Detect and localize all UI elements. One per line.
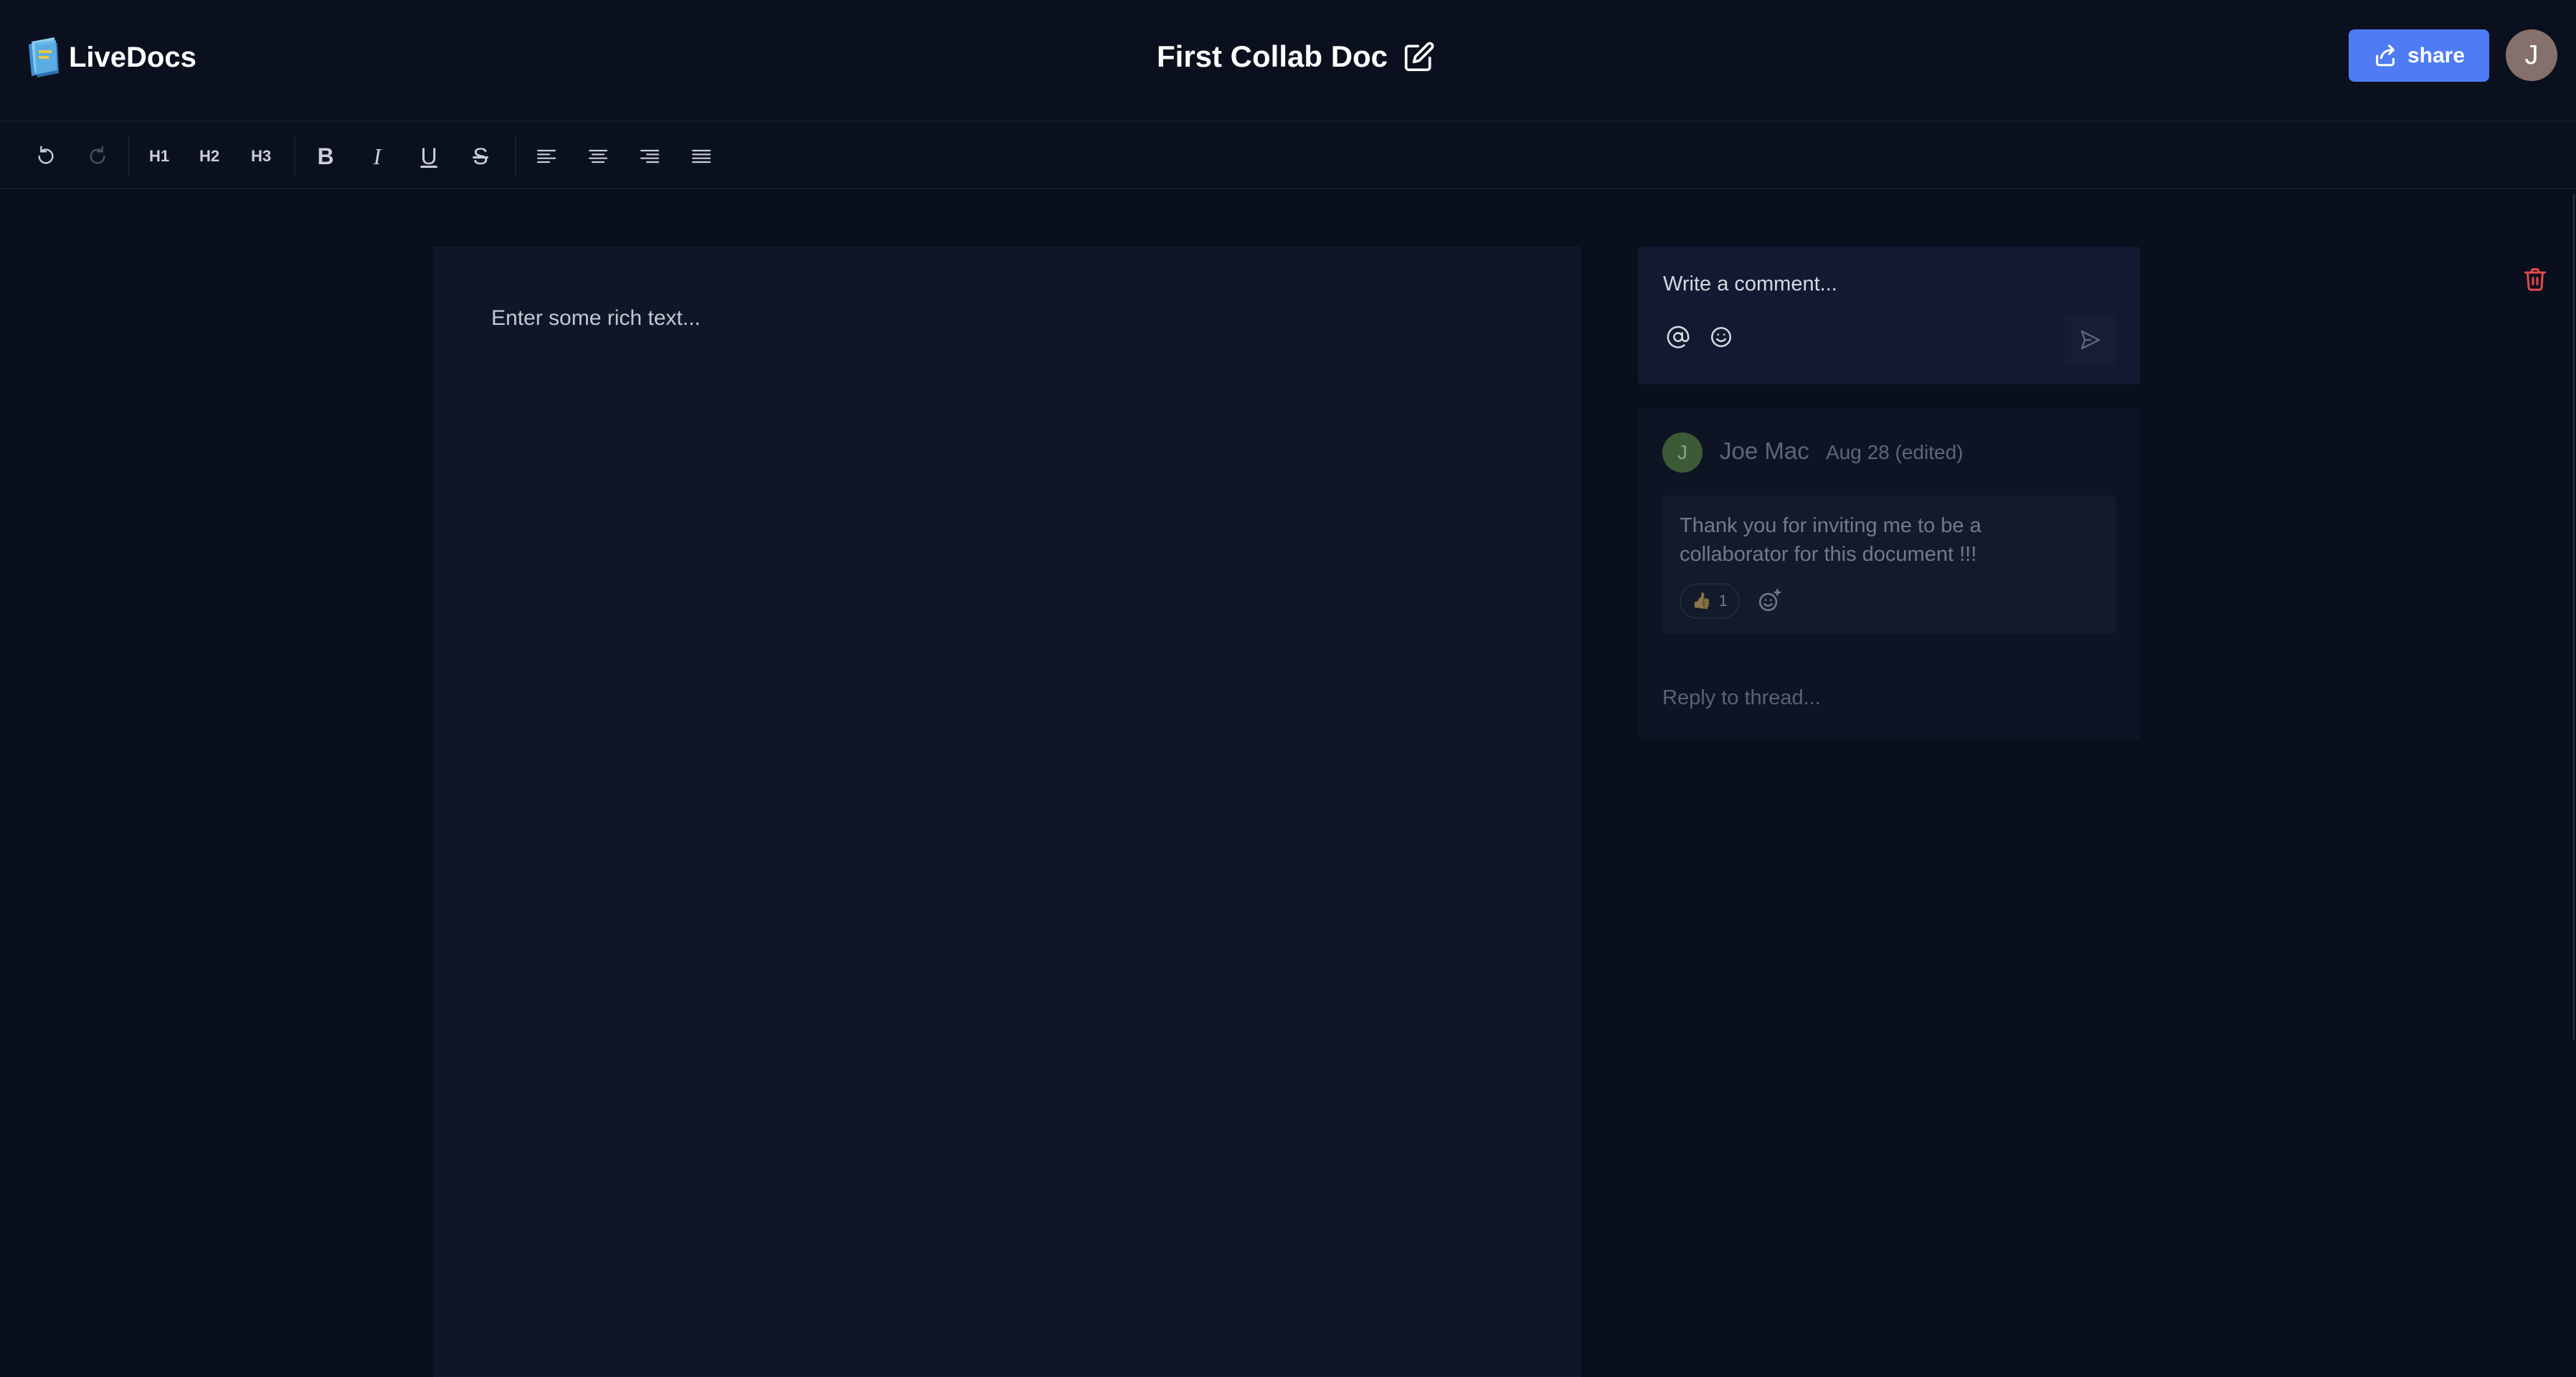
user-avatar[interactable]: J: [2506, 29, 2557, 81]
edit-icon[interactable]: [1403, 41, 1435, 72]
reaction-count: 1: [1718, 592, 1728, 610]
add-reaction-button[interactable]: [1747, 583, 1791, 619]
align-right-button[interactable]: [631, 138, 668, 175]
formatting-toolbar: H1 H2 H3 B I U S: [0, 123, 2576, 291]
align-right-icon: [640, 149, 660, 164]
align-justify-icon: [691, 149, 711, 164]
comment-composer[interactable]: Write a comment...: [1638, 247, 2140, 384]
heading-3-label: H3: [250, 147, 272, 165]
share-label: share: [2407, 43, 2466, 67]
logo-icon: [29, 37, 59, 77]
undo-icon: [38, 146, 54, 164]
heading-1-label: H1: [148, 147, 170, 165]
heading-3-button[interactable]: H3: [242, 138, 280, 175]
logo[interactable]: LiveDocs: [24, 34, 196, 80]
align-center-button[interactable]: [579, 138, 617, 175]
doc-title[interactable]: First Collab Doc: [1157, 39, 1388, 74]
heading-1-button[interactable]: H1: [141, 138, 178, 175]
mention-button[interactable]: [1664, 323, 1692, 351]
thumbs-up-icon: 👍: [1692, 592, 1712, 610]
comment-author-name: Joe Mac: [1720, 437, 1809, 464]
strikethrough-icon: S: [473, 143, 488, 169]
app-root: LiveDocs First Collab Doc share J H1 H2 …: [0, 0, 2576, 1377]
comment-input[interactable]: Write a comment...: [1663, 273, 1837, 296]
comment-text: Thank you for inviting me to be a collab…: [1680, 514, 1981, 566]
heading-2-label: H2: [199, 147, 220, 165]
toolbar-divider: [128, 136, 129, 176]
align-left-button[interactable]: [528, 138, 565, 175]
add-emoji-icon: [1758, 589, 1781, 612]
send-comment-button[interactable]: [2065, 314, 2116, 366]
underline-icon: U: [420, 143, 437, 169]
toolbar-divider: [294, 136, 295, 176]
mention-icon: [1667, 326, 1690, 349]
underline-button[interactable]: U: [410, 138, 448, 175]
undo-button[interactable]: [27, 138, 65, 175]
strikethrough-button[interactable]: S: [462, 138, 499, 175]
comment-date: Aug 28 (edited): [1826, 441, 1964, 463]
comment-thread: J Joe Mac Aug 28 (edited) Thank you for …: [1638, 408, 2140, 739]
redo-button[interactable]: [79, 138, 116, 175]
italic-icon: I: [373, 143, 382, 169]
emoji-button[interactable]: [1707, 323, 1736, 351]
delete-document-button[interactable]: [2518, 262, 2552, 296]
redo-icon: [90, 146, 105, 164]
toolbar-divider: [515, 136, 516, 176]
align-justify-button[interactable]: [683, 138, 720, 175]
editor-placeholder: Enter some rich text...: [491, 306, 701, 330]
send-icon: [2080, 330, 2101, 350]
italic-button[interactable]: I: [359, 138, 396, 175]
comment-author-avatar: J: [1662, 432, 1703, 473]
bold-button[interactable]: B: [307, 138, 344, 175]
doc-title-area: First Collab Doc: [1157, 36, 1435, 77]
thumbs-up-reaction[interactable]: 👍 1: [1680, 583, 1740, 619]
smiley-icon: [1710, 326, 1732, 348]
align-left-icon: [536, 149, 557, 164]
scrollbar[interactable]: [2573, 194, 2575, 1040]
app-name: LiveDocs: [69, 41, 196, 73]
trash-icon: [2524, 268, 2546, 291]
heading-2-button[interactable]: H2: [191, 138, 228, 175]
document-editor[interactable]: Enter some rich text...: [433, 247, 1581, 1377]
comment-body: Thank you for inviting me to be a collab…: [1662, 496, 2116, 635]
reply-input[interactable]: Reply to thread...: [1662, 686, 1821, 710]
share-button[interactable]: share: [2349, 29, 2489, 82]
header: LiveDocs First Collab Doc share J: [0, 0, 2576, 122]
align-center-icon: [588, 149, 608, 164]
bold-icon: B: [317, 143, 334, 169]
share-icon: [2376, 44, 2395, 66]
